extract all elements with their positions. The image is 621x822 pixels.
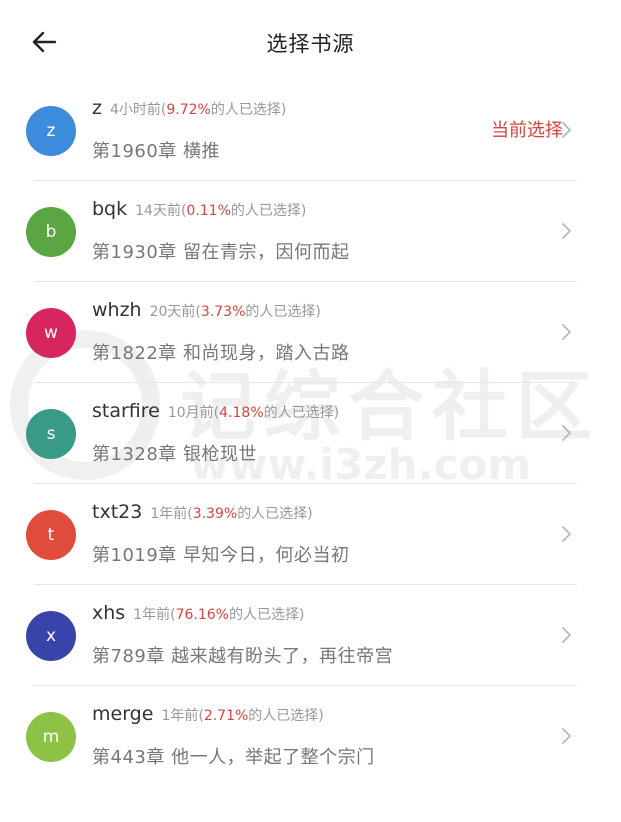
current-selection-label: 当前选择 xyxy=(491,120,563,141)
list-item[interactable]: b bqk 14天前(0.11%的人已选择) 第1930章 留在青宗，因何而起 xyxy=(0,181,621,282)
source-meta: 1年前(3.39%的人已选择) xyxy=(150,506,312,522)
source-title-line: starfire 10月前(4.18%的人已选择) xyxy=(92,400,339,422)
avatar: m xyxy=(26,712,76,762)
chevron-right-icon xyxy=(562,223,571,239)
source-title-line: z 4小时前(9.72%的人已选择) xyxy=(92,97,286,119)
source-title-line: bqk 14天前(0.11%的人已选择) xyxy=(92,198,306,220)
source-title-line: merge 1年前(2.71%的人已选择) xyxy=(92,703,324,725)
list-item[interactable]: w whzh 20天前(3.73%的人已选择) 第1822章 和尚现身，踏入古路 xyxy=(0,282,621,383)
source-suffix: 的人已选择) xyxy=(245,304,321,320)
source-name: txt23 xyxy=(92,501,143,523)
source-time: 4小时前( xyxy=(109,102,167,118)
latest-chapter: 第443章 他一人，举起了整个宗门 xyxy=(92,747,375,768)
source-meta: 10月前(4.18%的人已选择) xyxy=(168,405,339,421)
source-suffix: 的人已选择) xyxy=(228,607,305,623)
latest-chapter: 第1960章 横推 xyxy=(92,141,221,162)
source-suffix: 的人已选择) xyxy=(210,102,287,118)
source-title-line: whzh 20天前(3.73%的人已选择) xyxy=(92,299,321,321)
avatar: b xyxy=(26,207,76,257)
latest-chapter: 第1019章 早知今日，何必当初 xyxy=(92,545,350,566)
source-meta: 20天前(3.73%的人已选择) xyxy=(150,304,321,320)
source-time: 1年前( xyxy=(161,708,204,724)
list-item[interactable]: z z 4小时前(9.72%的人已选择) 第1960章 横推 当前选择 xyxy=(0,80,621,181)
page-title: 选择书源 xyxy=(266,32,355,56)
source-name: merge xyxy=(92,703,154,725)
list-item[interactable]: m merge 1年前(2.71%的人已选择) 第443章 他一人，举起了整个宗门 xyxy=(0,686,621,787)
chevron-right-icon xyxy=(562,324,571,340)
source-suffix: 的人已选择) xyxy=(237,506,313,522)
source-percent: 9.72% xyxy=(166,102,211,118)
source-meta: 14天前(0.11%的人已选择) xyxy=(135,203,306,219)
avatar: w xyxy=(26,308,76,358)
chevron-right-icon xyxy=(562,425,571,441)
source-percent: 76.16% xyxy=(175,607,229,623)
list-item[interactable]: x xhs 1年前(76.16%的人已选择) 第789章 越来越有盼头了，再往帝宫 xyxy=(0,585,621,686)
chevron-right-icon xyxy=(562,122,571,138)
source-title-line: txt23 1年前(3.39%的人已选择) xyxy=(92,501,313,523)
source-time: 20天前( xyxy=(149,304,201,320)
latest-chapter: 第1822章 和尚现身，踏入古路 xyxy=(92,343,350,364)
chevron-right-icon xyxy=(562,526,571,542)
latest-chapter: 第1328章 银枪现世 xyxy=(92,444,258,465)
latest-chapter: 第1930章 留在青宗，因何而起 xyxy=(92,242,350,263)
source-percent: 0.11% xyxy=(186,203,231,219)
source-list: z z 4小时前(9.72%的人已选择) 第1960章 横推 当前选择 b bqk… xyxy=(0,80,621,787)
avatar: z xyxy=(26,106,76,156)
list-item[interactable]: s starfire 10月前(4.18%的人已选择) 第1328章 银枪现世 xyxy=(0,383,621,484)
source-time: 1年前( xyxy=(133,607,176,623)
source-suffix: 的人已选择) xyxy=(263,405,340,421)
source-name: starfire xyxy=(92,400,160,422)
source-name: z xyxy=(92,97,102,119)
source-suffix: 的人已选择) xyxy=(230,203,307,219)
chevron-right-icon xyxy=(562,728,571,744)
source-time: 14天前( xyxy=(135,203,187,219)
avatar: s xyxy=(26,409,76,459)
source-name: whzh xyxy=(92,299,142,321)
source-percent: 3.73% xyxy=(200,304,246,320)
source-percent: 2.71% xyxy=(203,708,249,724)
chevron-right-icon xyxy=(562,627,571,643)
top-bar: 选择书源 xyxy=(0,0,621,86)
latest-chapter: 第789章 越来越有盼头了，再往帝宫 xyxy=(92,646,394,667)
avatar: x xyxy=(26,611,76,661)
source-time: 10月前( xyxy=(167,405,220,421)
source-meta: 1年前(2.71%的人已选择) xyxy=(161,708,323,724)
source-suffix: 的人已选择) xyxy=(248,708,324,724)
source-title-line: xhs 1年前(76.16%的人已选择) xyxy=(92,602,304,624)
source-percent: 3.39% xyxy=(192,506,238,522)
source-name: xhs xyxy=(92,602,126,624)
source-meta: 4小时前(9.72%的人已选择) xyxy=(110,102,286,118)
list-item[interactable]: t txt23 1年前(3.39%的人已选择) 第1019章 早知今日，何必当初 xyxy=(0,484,621,585)
source-meta: 1年前(76.16%的人已选择) xyxy=(133,607,304,623)
source-percent: 4.18% xyxy=(219,405,264,421)
source-name: bqk xyxy=(92,198,128,220)
avatar: t xyxy=(26,510,76,560)
source-time: 1年前( xyxy=(150,506,193,522)
